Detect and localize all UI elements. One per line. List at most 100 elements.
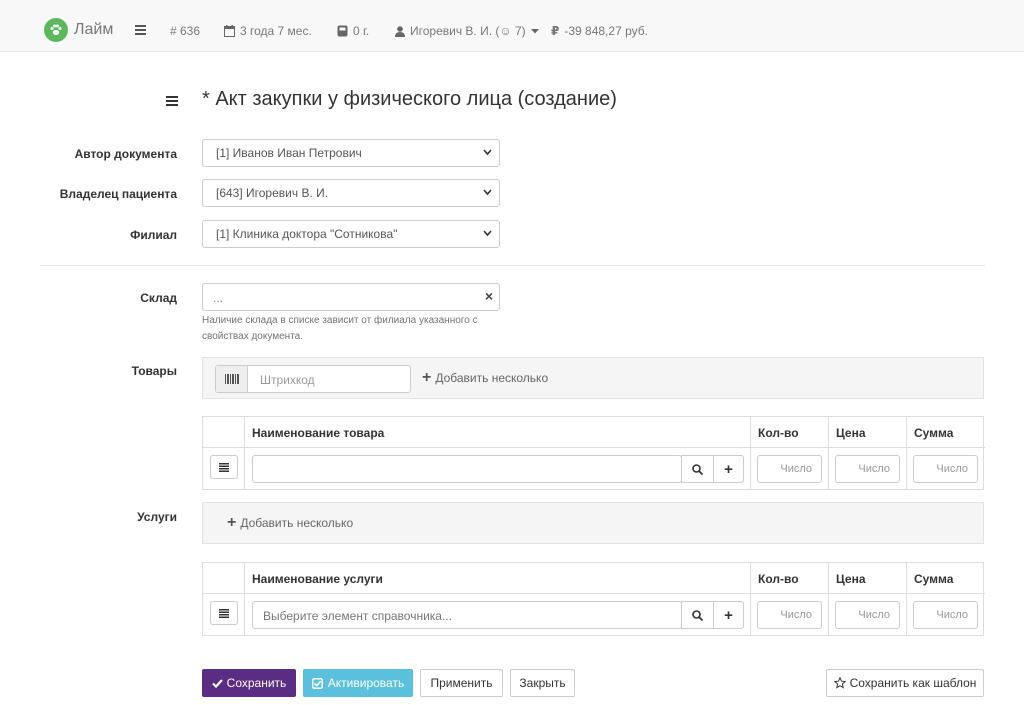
services-price-input[interactable]: Число	[835, 601, 900, 629]
services-row-name-cell: Выберите элемент справочника... +	[245, 594, 751, 636]
brand[interactable]: Лайм	[44, 18, 113, 42]
goods-sum-cell: Число	[907, 448, 985, 490]
patient-id-text: # 636	[170, 24, 201, 38]
goods-col-sum: Сумма	[907, 417, 985, 448]
goods-label: Товары	[131, 364, 177, 378]
services-toolbar: + Добавить несколько	[202, 502, 984, 544]
services-sum-cell: Число	[907, 594, 985, 636]
activate-button-label: Активировать	[327, 676, 405, 690]
services-col-name: Наименование услуги	[245, 563, 751, 594]
branch-value: [1] Клиника доктора "Сотникова"	[216, 227, 398, 241]
owner-label: Владелец пациента	[59, 187, 177, 201]
patient-weight-text: 0 г.	[353, 24, 370, 38]
goods-qty-cell: Число	[751, 448, 829, 490]
balance-text: -39 848,27 руб.	[564, 24, 648, 38]
row-menu-button[interactable]	[210, 601, 238, 625]
services-col-qty: Кол-во	[751, 563, 829, 594]
user-icon	[395, 25, 405, 37]
services-label: Услуги	[137, 510, 177, 524]
services-add-button[interactable]: +	[713, 601, 744, 629]
services-add-several[interactable]: + Добавить несколько	[227, 514, 353, 532]
owner-text: Игоревич В. И. (☺ 7)	[410, 24, 526, 38]
menu-toggle[interactable]	[135, 25, 151, 35]
goods-add-button[interactable]: +	[713, 455, 744, 483]
goods-price-input[interactable]: Число	[835, 455, 900, 483]
owner-balance[interactable]: ₽ -39 848,27 руб.	[551, 24, 648, 38]
services-row-menu-cell	[203, 594, 245, 636]
services-qty-cell: Число	[751, 594, 829, 636]
goods-row-menu-cell	[203, 448, 245, 490]
warehouse-select[interactable]: ... ×	[202, 283, 500, 311]
goods-name-input[interactable]	[252, 455, 682, 483]
barcode-placeholder: Штрихкод	[260, 373, 315, 387]
goods-col-price: Цена	[829, 417, 907, 448]
goods-add-several[interactable]: + Добавить несколько	[422, 369, 548, 387]
services-search-button[interactable]	[681, 601, 714, 629]
calendar-icon	[224, 25, 235, 37]
services-qty-input[interactable]: Число	[757, 601, 822, 629]
patient-age-text: 3 года 7 мес.	[240, 24, 312, 38]
owner-select[interactable]: [643] Игоревич В. И.	[202, 179, 500, 207]
clear-icon[interactable]: ×	[485, 288, 493, 304]
plus-icon: +	[422, 369, 432, 386]
patient-weight[interactable]: 0 г.	[337, 24, 369, 38]
apply-button-label: Применить	[430, 676, 493, 690]
goods-search-button[interactable]	[681, 455, 714, 483]
chevron-down-icon	[483, 230, 492, 237]
branch-select[interactable]: [1] Клиника доктора "Сотникова"	[202, 220, 500, 248]
goods-table: Наименование товара Кол-во Цена Сумма + …	[202, 416, 985, 490]
plus-icon: +	[724, 606, 733, 624]
owner-dropdown[interactable]: Игоревич В. И. (☺ 7)	[395, 24, 544, 38]
save-button[interactable]: Сохранить	[202, 669, 296, 697]
list-icon	[219, 462, 229, 472]
services-col-price: Цена	[829, 563, 907, 594]
check-icon	[211, 678, 223, 688]
weight-icon	[337, 25, 348, 37]
author-select[interactable]: [1] Иванов Иван Петрович	[202, 139, 500, 167]
goods-sum-input[interactable]: Число	[913, 455, 978, 483]
goods-qty-input[interactable]: Число	[757, 455, 822, 483]
warehouse-value: ...	[213, 291, 224, 305]
warehouse-help: Наличие склада в списке зависит от филиа…	[202, 313, 502, 345]
search-icon	[692, 463, 703, 475]
services-sum-input[interactable]: Число	[913, 601, 978, 629]
plus-icon: +	[724, 460, 733, 478]
top-navbar: Лайм # 636 3 года 7 мес. 0 г. Игоревич В…	[0, 0, 1024, 52]
barcode-input-group[interactable]: Штрихкод	[215, 365, 411, 393]
brand-name: Лайм	[74, 21, 114, 38]
patient-id[interactable]: # 636	[170, 24, 200, 38]
chevron-down-icon	[483, 149, 492, 156]
owner-value: [643] Игоревич В. И.	[216, 186, 329, 200]
list-icon	[219, 608, 229, 618]
row-menu-button[interactable]	[210, 455, 238, 479]
warehouse-label: Склад	[140, 291, 177, 305]
save-template-label: Сохранить как шаблон	[849, 676, 977, 690]
barcode-addon	[216, 366, 248, 392]
services-price-cell: Число	[829, 594, 907, 636]
star-icon	[833, 677, 846, 689]
plus-icon: +	[227, 514, 237, 531]
activate-button[interactable]: Активировать	[303, 669, 413, 697]
paw-logo-icon	[44, 18, 68, 42]
apply-button[interactable]: Применить	[420, 669, 503, 697]
check-square-icon	[311, 677, 323, 689]
services-name-placeholder: Выберите элемент справочника...	[263, 609, 452, 623]
patient-age[interactable]: 3 года 7 мес.	[224, 24, 312, 38]
search-icon	[692, 609, 703, 621]
goods-row-name-cell: +	[245, 448, 751, 490]
save-button-label: Сохранить	[226, 676, 287, 690]
services-col-sum: Сумма	[907, 563, 985, 594]
services-name-input[interactable]: Выберите элемент справочника...	[252, 601, 682, 629]
goods-col-name: Наименование товара	[245, 417, 751, 448]
author-value: [1] Иванов Иван Петрович	[216, 146, 362, 160]
hamburger-icon	[135, 25, 146, 35]
close-button[interactable]: Закрыть	[510, 669, 575, 697]
author-label: Автор документа	[74, 147, 177, 161]
sidebar-toggle-icon[interactable]	[166, 96, 178, 108]
goods-col-qty: Кол-во	[751, 417, 829, 448]
section-divider	[40, 265, 985, 266]
save-template-button[interactable]: Сохранить как шаблон	[826, 669, 984, 697]
ruble-icon: ₽	[551, 24, 560, 38]
warehouse-help-line1: Наличие склада в списке зависит от филиа…	[202, 315, 478, 326]
services-col-handle	[203, 563, 245, 594]
